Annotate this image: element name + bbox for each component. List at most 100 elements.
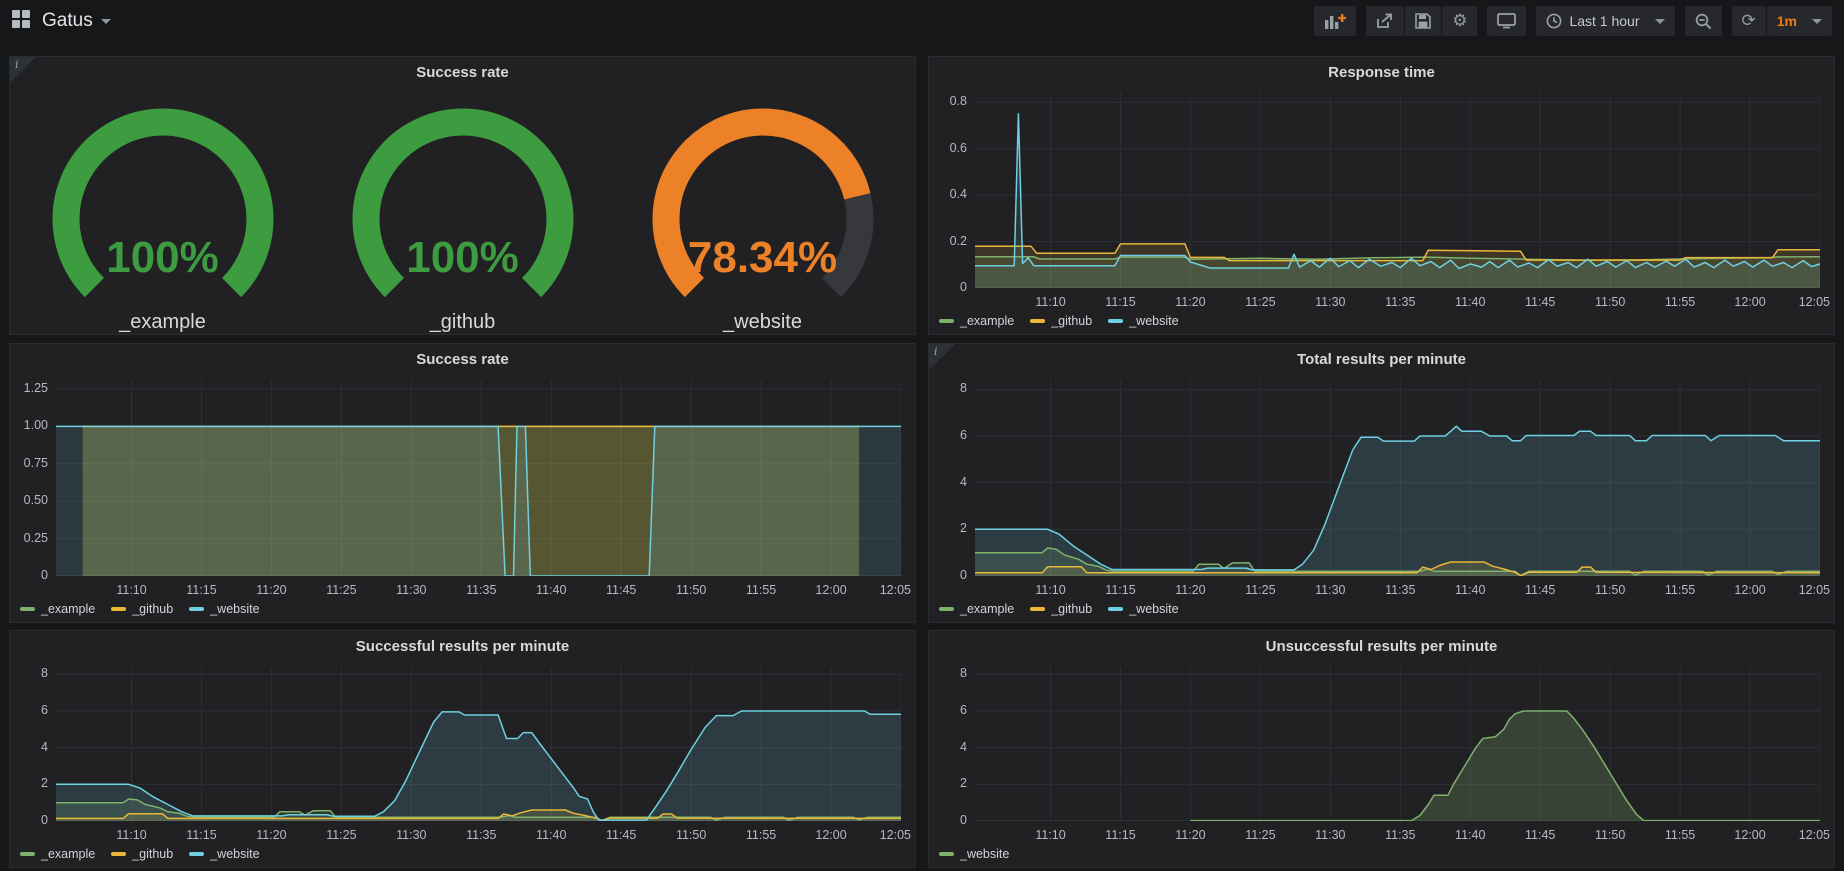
refresh-interval-label: 1m	[1777, 13, 1797, 29]
legend-item-_example[interactable]: _example	[939, 602, 1014, 616]
panel-title[interactable]: Success rate	[10, 344, 915, 376]
zoom-out-button[interactable]	[1685, 6, 1722, 36]
y-tick-label: 0	[929, 280, 967, 294]
tv-mode-button[interactable]	[1487, 6, 1526, 36]
x-tick-label: 11:25	[1230, 828, 1290, 842]
legend-item-_github[interactable]: _github	[111, 847, 173, 861]
x-tick-label: 11:15	[171, 583, 231, 597]
legend-label: _website	[1129, 602, 1178, 616]
dashboard-settings-button[interactable]: ⚙	[1442, 6, 1477, 36]
x-tick-label: 11:40	[521, 583, 581, 597]
dashboard-title-dropdown[interactable]: Gatus	[42, 10, 111, 32]
legend-item-_website[interactable]: _website	[1108, 314, 1178, 328]
x-tick-label: 12:05	[1770, 583, 1830, 597]
gauge-value: 100%	[13, 233, 313, 283]
gauge-label: _example	[13, 311, 313, 334]
panel-info-corner[interactable]: i	[929, 344, 955, 370]
legend-swatch	[1030, 607, 1045, 611]
y-tick-label: 8	[10, 666, 48, 680]
x-tick-label: 11:45	[1510, 295, 1570, 309]
legend-item-_github[interactable]: _github	[1030, 314, 1092, 328]
x-tick-label: 11:50	[1580, 828, 1640, 842]
legend-item-_example[interactable]: _example	[20, 602, 95, 616]
x-tick-label: 11:10	[1021, 583, 1081, 597]
panel-title[interactable]: Response time	[929, 57, 1834, 89]
legend-label: _example	[41, 602, 95, 616]
series-line-_website	[975, 114, 1820, 269]
legend-label: _example	[960, 602, 1014, 616]
x-tick-label: 11:20	[1160, 583, 1220, 597]
share-icon	[1376, 13, 1394, 29]
y-tick-label: 6	[929, 703, 967, 717]
add-panel-button[interactable]	[1314, 6, 1356, 36]
save-button[interactable]	[1405, 6, 1441, 36]
x-tick-label: 11:25	[311, 583, 371, 597]
chart-plot-area[interactable]	[975, 380, 1820, 576]
legend-item-_github[interactable]: _github	[1030, 602, 1092, 616]
zoom-out-icon	[1695, 13, 1712, 30]
x-tick-label: 11:30	[381, 583, 441, 597]
gauge-label: _github	[313, 311, 613, 334]
panel-response-time: Response time _example_github_website 00…	[928, 56, 1835, 335]
x-tick-label: 11:35	[1370, 295, 1430, 309]
panel-success-rate-graph: Success rate _example _github _website 0 0.…	[9, 343, 916, 623]
panel-title[interactable]: Successful results per minute	[10, 631, 915, 663]
series-area-_website	[56, 711, 901, 821]
y-tick-label: 0	[10, 568, 48, 582]
panel-title[interactable]: Success rate	[10, 57, 915, 89]
legend-label: _github	[132, 602, 173, 616]
x-tick-label: 11:30	[1300, 295, 1360, 309]
panel-info-corner[interactable]: i	[10, 57, 36, 83]
legend-label: _github	[1051, 602, 1092, 616]
legend-item-_website[interactable]: _website	[189, 847, 259, 861]
x-tick-label: 11:50	[661, 583, 721, 597]
top-navbar: Gatus	[0, 0, 1844, 42]
x-tick-label: 12:05	[1770, 828, 1830, 842]
x-tick-label: 11:45	[591, 583, 651, 597]
legend-item-_example[interactable]: _example	[20, 847, 95, 861]
legend-item-_github[interactable]: _github	[111, 602, 173, 616]
y-tick-label: 6	[929, 428, 967, 442]
info-icon: i	[934, 345, 938, 358]
series-area-_website	[56, 426, 901, 576]
refresh-interval-picker[interactable]: 1m	[1767, 6, 1832, 36]
apps-grid-icon[interactable]	[12, 10, 30, 33]
share-button[interactable]	[1366, 6, 1404, 36]
x-tick-label: 11:20	[241, 828, 301, 842]
chart-canvas	[56, 667, 901, 821]
x-tick-label: 11:55	[731, 583, 791, 597]
panel-title[interactable]: Unsuccessful results per minute	[929, 631, 1834, 663]
panel-success-rate-gauges: i Success rate 100%_example100%_github78…	[9, 56, 916, 335]
y-tick-label: 4	[929, 475, 967, 489]
panel-title[interactable]: Total results per minute	[929, 344, 1834, 376]
legend-item-_website[interactable]: _website	[1108, 602, 1178, 616]
chart-plot-area[interactable]	[56, 380, 901, 576]
y-tick-label: 0	[10, 813, 48, 827]
time-range-picker[interactable]: Last 1 hour	[1536, 6, 1674, 36]
save-icon	[1415, 13, 1431, 29]
x-tick-label: 11:35	[451, 828, 511, 842]
legend-swatch	[939, 607, 954, 611]
y-tick-label: 0.25	[10, 531, 48, 545]
chart-plot-area[interactable]	[975, 93, 1820, 288]
x-tick-label: 11:30	[381, 828, 441, 842]
legend-item-_website[interactable]: _website	[939, 847, 1009, 861]
refresh-button[interactable]: ⟳	[1732, 6, 1766, 36]
x-tick-label: 11:25	[311, 828, 371, 842]
refresh-icon: ⟳	[1742, 13, 1756, 30]
chart-plot-area[interactable]	[975, 667, 1820, 821]
x-tick-label: 11:30	[1300, 828, 1360, 842]
x-tick-label: 11:10	[1021, 828, 1081, 842]
legend-item-_website[interactable]: _website	[189, 602, 259, 616]
legend-item-_example[interactable]: _example	[939, 314, 1014, 328]
gauge-row: 100%_example100%_github78.34%_website	[10, 101, 915, 335]
x-tick-label: 11:55	[731, 828, 791, 842]
x-tick-label: 11:25	[1230, 295, 1290, 309]
y-tick-label: 2	[929, 521, 967, 535]
gauge-value: 100%	[313, 233, 613, 283]
chart-plot-area[interactable]	[56, 667, 901, 821]
refresh-group: ⟳ 1m	[1732, 6, 1832, 36]
x-tick-label: 11:10	[102, 583, 162, 597]
x-tick-label: 11:30	[1300, 583, 1360, 597]
legend-label: _github	[132, 847, 173, 861]
